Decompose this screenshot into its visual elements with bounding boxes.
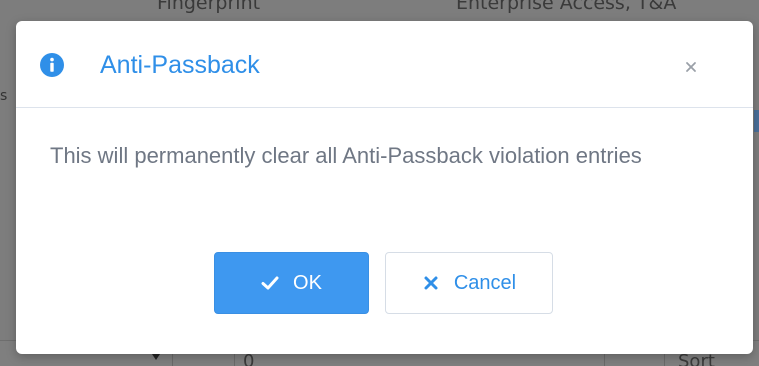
cancel-button[interactable]: Cancel: [385, 252, 553, 314]
ok-button[interactable]: OK: [214, 252, 369, 314]
bg-side-letter: s: [0, 88, 8, 104]
x-icon: [424, 276, 438, 290]
close-button[interactable]: [680, 55, 704, 79]
bg-column-header-enterprise: Enterprise Access, T&A: [456, 0, 677, 14]
ok-button-label: OK: [293, 271, 322, 294]
dialog-message: This will permanently clear all Anti-Pas…: [50, 143, 642, 168]
dialog-header: Anti-Passback: [16, 21, 753, 108]
info-circle-icon: [40, 53, 64, 77]
dialog-title: Anti-Passback: [100, 51, 260, 79]
bg-blue-indicator: [754, 110, 759, 132]
cancel-button-label: Cancel: [453, 271, 517, 294]
anti-passback-dialog: Anti-Passback This will permanently clea…: [16, 21, 753, 354]
close-icon: [686, 62, 696, 72]
checkmark-icon: [261, 276, 279, 290]
bg-column-header-fingerprint: Fingerprint: [157, 0, 261, 14]
